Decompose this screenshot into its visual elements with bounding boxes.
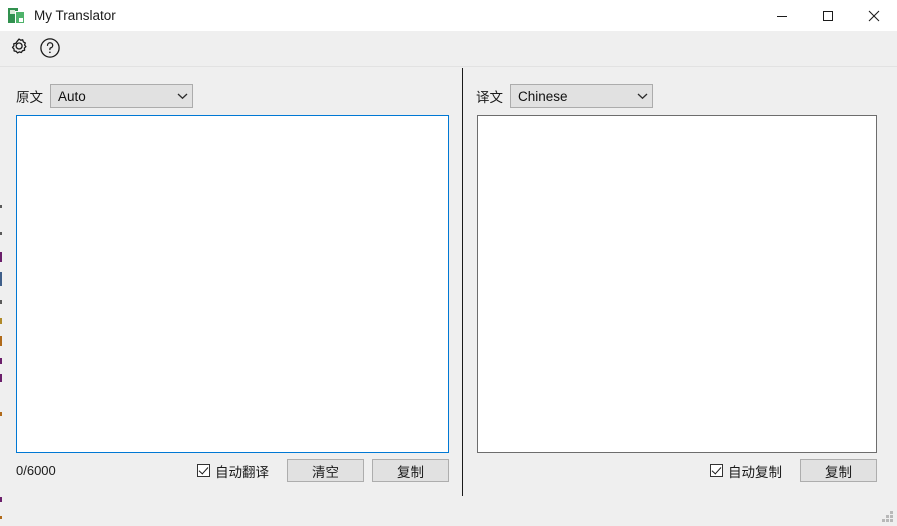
desktop-edge-artifact	[0, 300, 2, 304]
source-panel-header: 原文 Auto	[16, 84, 193, 108]
target-panel-label: 译文	[476, 90, 503, 105]
maximize-icon	[823, 10, 833, 21]
desktop-edge-artifact	[0, 232, 2, 235]
minimize-button[interactable]	[759, 0, 805, 31]
window-controls	[759, 0, 897, 31]
source-language-value: Auto	[58, 88, 86, 104]
clear-button[interactable]: 清空	[287, 459, 364, 482]
application-window: My Translator 原文 Auto 0/6000 自动翻译 清空 复制 …	[0, 0, 897, 526]
desktop-edge-artifact	[0, 272, 2, 286]
desktop-edge-artifact	[0, 497, 2, 502]
target-panel-footer: 自动复制 复制	[477, 459, 877, 482]
settings-button[interactable]	[4, 33, 34, 63]
spreadsheet-translate-icon	[8, 7, 25, 24]
source-language-select[interactable]: Auto	[50, 84, 193, 108]
chevron-down-icon	[632, 92, 652, 100]
desktop-edge-artifact	[0, 358, 2, 364]
panel-divider	[462, 68, 463, 496]
gear-icon	[11, 37, 27, 54]
target-panel-header: 译文 Chinese	[476, 84, 653, 108]
question-circle-icon	[40, 37, 60, 58]
auto-copy-label: 自动复制	[728, 464, 782, 480]
target-language-value: Chinese	[518, 88, 568, 104]
checkbox-checked-icon	[197, 464, 210, 477]
window-title: My Translator	[34, 8, 116, 23]
close-button[interactable]	[851, 0, 897, 31]
copy-target-button[interactable]: 复制	[800, 459, 877, 482]
desktop-edge-artifact	[0, 318, 2, 324]
source-panel-label: 原文	[16, 90, 43, 105]
target-text-content	[478, 116, 876, 123]
auto-translate-label: 自动翻译	[215, 464, 269, 480]
desktop-edge-artifact	[0, 205, 2, 208]
toolbar-separator	[0, 66, 897, 67]
toolbar	[0, 31, 897, 64]
auto-copy-checkbox[interactable]: 自动复制	[710, 461, 782, 481]
desktop-edge-artifact	[0, 374, 2, 382]
target-textarea[interactable]	[477, 115, 877, 453]
desktop-edge-artifact	[0, 252, 2, 262]
copy-source-button[interactable]: 复制	[372, 459, 449, 482]
desktop-edge-artifact	[0, 336, 2, 346]
minimize-icon	[777, 15, 787, 17]
close-icon	[868, 10, 880, 21]
desktop-edge-artifact	[0, 412, 2, 416]
maximize-button[interactable]	[805, 0, 851, 31]
checkbox-checked-icon	[710, 464, 723, 477]
resize-grip[interactable]	[881, 510, 894, 523]
source-text-content	[17, 116, 448, 123]
help-button[interactable]	[35, 33, 65, 63]
title-bar-left: My Translator	[0, 0, 759, 31]
source-textarea[interactable]	[16, 115, 449, 453]
character-counter: 0/6000	[16, 463, 56, 478]
desktop-edge-artifact	[0, 516, 2, 519]
source-panel-footer: 0/6000 自动翻译 清空 复制	[16, 459, 449, 482]
auto-translate-checkbox[interactable]: 自动翻译	[197, 461, 269, 481]
chevron-down-icon	[172, 92, 192, 100]
target-language-select[interactable]: Chinese	[510, 84, 653, 108]
title-bar[interactable]: My Translator	[0, 0, 897, 31]
